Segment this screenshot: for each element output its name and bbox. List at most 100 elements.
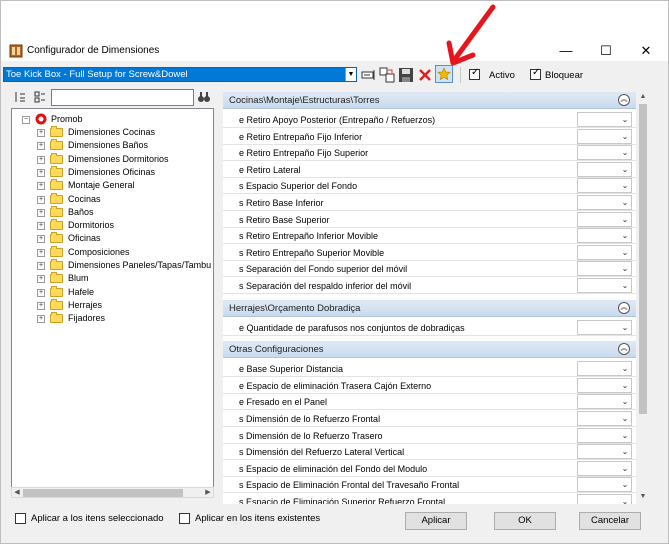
expand-icon[interactable]: + <box>37 288 45 297</box>
scroll-down-icon[interactable]: ▼ <box>638 492 648 501</box>
sort-asc-icon[interactable] <box>13 90 27 104</box>
property-value-dropdown[interactable]: ⌄ <box>577 112 632 127</box>
collapse-up-icon[interactable]: ︽ <box>618 301 630 314</box>
chevron-down-icon[interactable]: ⌄ <box>620 263 630 274</box>
chevron-down-icon[interactable]: ⌄ <box>620 164 630 175</box>
scroll-left-icon[interactable]: ◀ <box>12 488 22 497</box>
scroll-right-icon[interactable]: ▶ <box>203 488 213 497</box>
collapse-up-icon[interactable]: ︽ <box>618 94 630 106</box>
rename-icon[interactable] <box>361 67 377 83</box>
property-row[interactable]: e Retiro Lateral ⌄ <box>223 161 636 178</box>
minimize-button[interactable]: — <box>551 41 581 61</box>
expand-icon[interactable]: + <box>37 262 45 270</box>
chevron-down-icon[interactable]: ⌄ <box>620 147 630 158</box>
expand-icon[interactable]: + <box>37 301 45 310</box>
chevron-down-icon[interactable]: ⌄ <box>620 430 630 441</box>
apply-existing-checkbox[interactable] <box>179 513 190 524</box>
property-row[interactable]: e Espacio de eliminación Trasera Cajón E… <box>223 377 636 394</box>
apply-selected-checkbox[interactable] <box>15 513 26 524</box>
property-row[interactable]: s Dimensión del Refuerzo Lateral Vertica… <box>223 443 636 461</box>
chevron-down-icon[interactable]: ⌄ <box>620 446 630 457</box>
property-value-dropdown[interactable]: ⌄ <box>577 377 632 393</box>
property-row[interactable]: s Dimensión de lo Refuerzo Frontal ⌄ <box>223 410 636 427</box>
chevron-down-icon[interactable]: ⌄ <box>620 479 630 490</box>
chevron-down-icon[interactable]: ⌄ <box>620 180 630 191</box>
save-icon[interactable] <box>398 67 414 83</box>
tree-horizontal-scrollbar[interactable]: ◀ ▶ <box>11 487 214 498</box>
expand-icon[interactable]: + <box>37 129 45 137</box>
property-value-dropdown[interactable]: ⌄ <box>577 261 632 277</box>
chevron-down-icon[interactable]: ⌄ <box>620 280 630 291</box>
property-row[interactable]: e Fresado en el Panel ⌄ <box>223 393 636 411</box>
group-header[interactable]: Cocinas\Montaje\Estructuras\Torres ︽ <box>223 92 636 109</box>
expand-icon[interactable]: + <box>37 275 45 284</box>
tree-search-input[interactable] <box>51 89 194 106</box>
maximize-button[interactable]: ☐ <box>591 41 621 61</box>
property-value-dropdown[interactable]: ⌄ <box>577 228 632 244</box>
activo-checkbox[interactable]: ✓ <box>469 67 480 80</box>
chevron-down-icon[interactable]: ▼ <box>345 68 356 81</box>
delete-icon[interactable] <box>417 67 433 83</box>
expand-icon[interactable]: + <box>37 208 45 217</box>
property-value-dropdown[interactable]: ⌄ <box>577 460 632 476</box>
property-row[interactable]: e Retiro Entrepaño Fijo Superior ⌄ <box>223 144 636 162</box>
chevron-down-icon[interactable]: ⌄ <box>620 131 630 142</box>
property-value-dropdown[interactable]: ⌄ <box>577 477 632 493</box>
category-tree[interactable]: − Promob + Dimensiones Cocinas + Dimensiones … <box>11 108 214 498</box>
collapse-icon[interactable]: − <box>22 116 30 124</box>
property-row[interactable]: e Base Superior Distancia ⌄ <box>223 360 636 378</box>
collapse-up-icon[interactable]: ︽ <box>618 343 630 356</box>
property-grid-scrollbar[interactable]: ▲ ▼ <box>637 92 649 504</box>
property-value-dropdown[interactable]: ⌄ <box>577 394 632 410</box>
property-row[interactable]: s Retiro Base Inferior ⌄ <box>223 194 636 211</box>
property-row[interactable]: s Separación del respaldo inferior del m… <box>223 277 636 294</box>
property-value-dropdown[interactable]: ⌄ <box>577 244 632 260</box>
property-value-dropdown[interactable]: ⌄ <box>577 494 632 504</box>
property-value-dropdown[interactable]: ⌄ <box>577 361 632 377</box>
apply-button[interactable]: Aplicar <box>405 512 467 530</box>
property-row[interactable]: s Retiro Entrepaño Inferior Movible ⌄ <box>223 227 636 245</box>
chevron-down-icon[interactable]: ⌄ <box>620 247 630 258</box>
scrollbar-thumb[interactable] <box>23 489 183 497</box>
chevron-down-icon[interactable]: ⌄ <box>620 496 630 504</box>
chevron-down-icon[interactable]: ⌄ <box>620 413 630 424</box>
copy-icon[interactable] <box>379 67 395 83</box>
chevron-down-icon[interactable]: ⌄ <box>620 363 630 374</box>
chevron-down-icon[interactable]: ⌄ <box>620 463 630 474</box>
property-row[interactable]: e Retiro Apoyo Posterior (Entrepaño / Re… <box>223 111 636 128</box>
property-value-dropdown[interactable]: ⌄ <box>577 444 632 460</box>
property-row[interactable]: s Espacio de Eliminación Superior Refuer… <box>223 493 636 504</box>
binoculars-icon[interactable] <box>197 90 211 104</box>
expand-icon[interactable]: + <box>37 142 45 151</box>
expand-icon[interactable]: + <box>37 155 45 164</box>
property-value-dropdown[interactable]: ⌄ <box>577 178 632 194</box>
property-value-dropdown[interactable]: ⌄ <box>577 411 632 426</box>
scrollbar-thumb[interactable] <box>639 104 647 414</box>
property-row[interactable]: s Espacio de Eliminación Frontal del Tra… <box>223 476 636 494</box>
property-row[interactable]: s Retiro Entrepaño Superior Movible ⌄ <box>223 244 636 261</box>
property-value-dropdown[interactable]: ⌄ <box>577 145 632 161</box>
property-row[interactable]: s Retiro Base Superior ⌄ <box>223 211 636 228</box>
expand-icon[interactable]: + <box>37 182 45 191</box>
configuration-combo[interactable]: Toe Kick Box - Full Setup for Screw&Dowe… <box>3 67 357 82</box>
chevron-down-icon[interactable]: ⌄ <box>620 396 630 407</box>
property-row[interactable]: e Retiro Entrepaño Fijo Inferior ⌄ <box>223 128 636 145</box>
expand-icon[interactable]: + <box>37 222 45 231</box>
property-value-dropdown[interactable]: ⌄ <box>577 427 632 443</box>
chevron-down-icon[interactable]: ⌄ <box>620 197 630 208</box>
ok-button[interactable]: OK <box>494 512 556 530</box>
expand-icon[interactable]: + <box>37 235 45 244</box>
chevron-down-icon[interactable]: ⌄ <box>620 380 630 391</box>
bloquear-checkbox[interactable]: ✓ <box>530 67 541 80</box>
property-row[interactable]: e Quantidade de parafusos nos conjuntos … <box>223 319 636 336</box>
sort-desc-icon[interactable] <box>33 90 47 104</box>
property-row[interactable]: s Espacio de eliminación del Fondo del M… <box>223 460 636 477</box>
expand-icon[interactable]: + <box>37 315 45 324</box>
property-row[interactable]: s Espacio Superior del Fondo ⌄ <box>223 177 636 195</box>
close-button[interactable]: ✕ <box>631 41 661 61</box>
property-value-dropdown[interactable]: ⌄ <box>577 161 632 177</box>
chevron-down-icon[interactable]: ⌄ <box>620 114 630 125</box>
property-value-dropdown[interactable]: ⌄ <box>577 211 632 227</box>
expand-icon[interactable]: + <box>37 248 45 257</box>
chevron-down-icon[interactable]: ⌄ <box>620 230 630 241</box>
